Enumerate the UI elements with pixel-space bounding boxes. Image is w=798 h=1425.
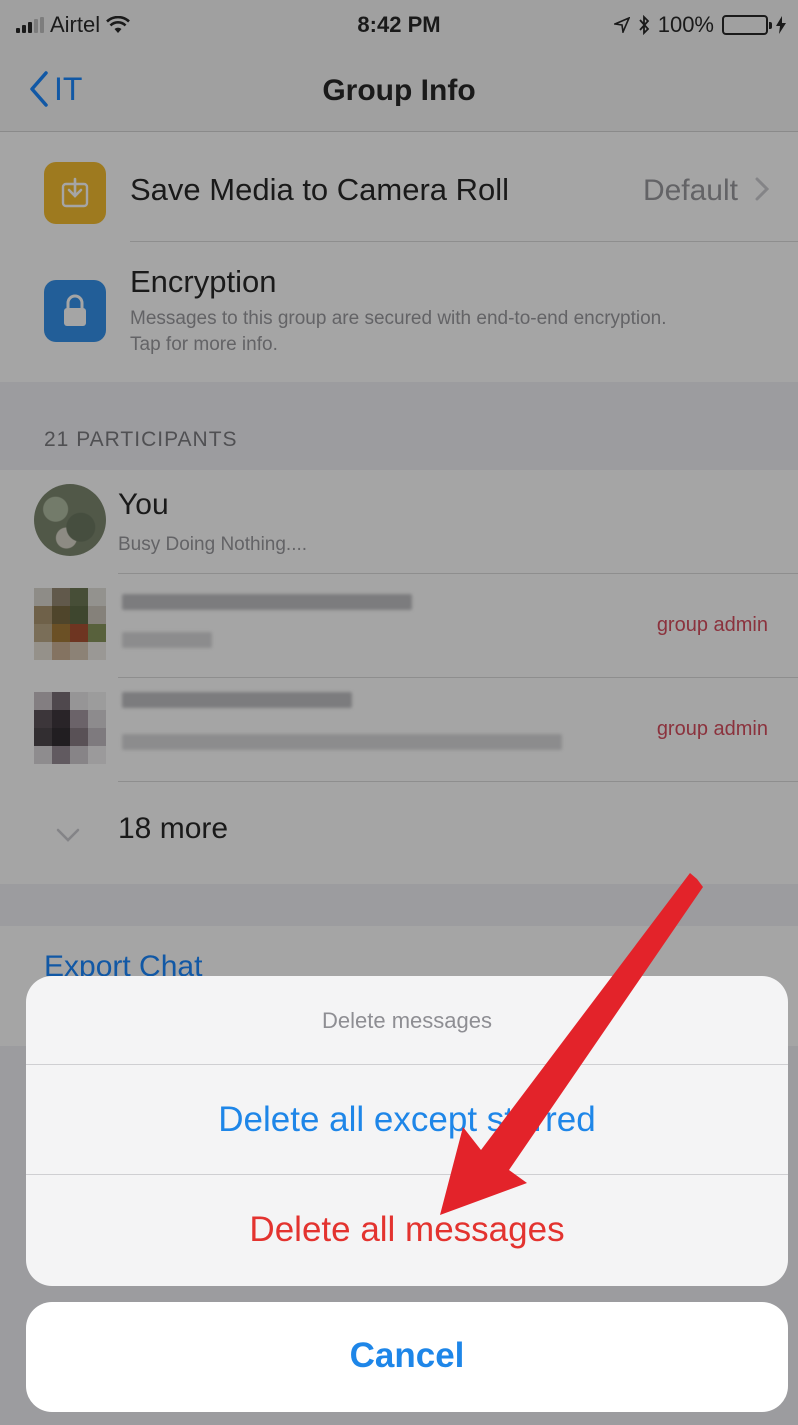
divider [26, 1174, 788, 1175]
delete-all-except-starred-button[interactable]: Delete all except starred [26, 1100, 788, 1140]
action-sheet-title: Delete messages [322, 1008, 492, 1033]
delete-action-sheet: Delete messages Delete all except starre… [26, 976, 788, 1286]
group-info-screen: Airtel 8:42 PM 100% IT Group Info Save M… [0, 0, 798, 1425]
delete-all-messages-button[interactable]: Delete all messages [26, 1210, 788, 1250]
cancel-button[interactable]: Cancel [26, 1336, 788, 1376]
divider [26, 1064, 788, 1065]
cancel-sheet: Cancel [26, 1302, 788, 1412]
